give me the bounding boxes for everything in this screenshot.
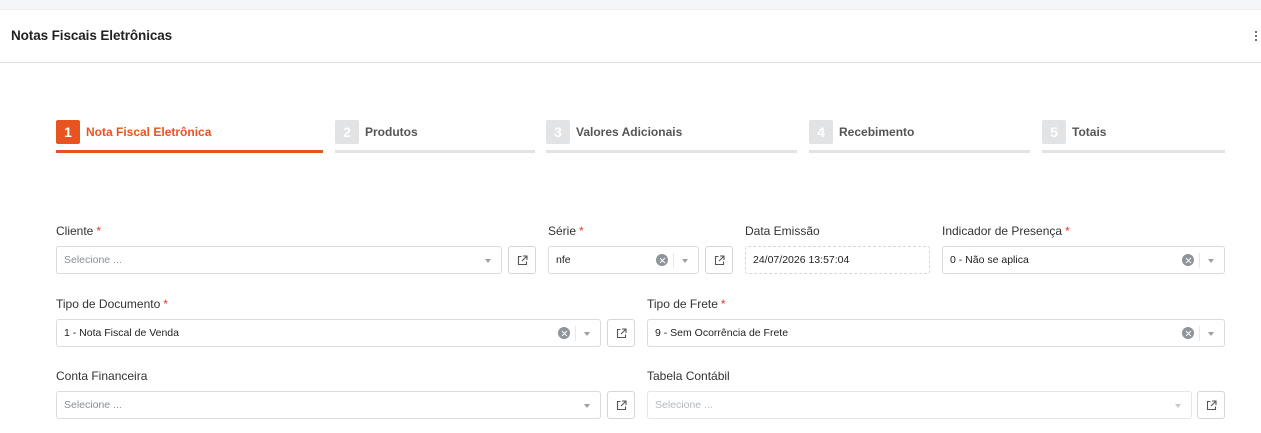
step-produtos[interactable]: 2 Produtos [335, 120, 535, 154]
conta-financeira-open-button[interactable] [607, 391, 635, 419]
page-header: Notas Fiscais Eletrônicas [0, 10, 1261, 63]
step-label: Recebimento [839, 125, 915, 139]
serie-label: Série * [548, 224, 584, 238]
external-link-icon [1206, 400, 1217, 411]
tipo-documento-label-text: Tipo de Documento [56, 297, 161, 311]
tipo-frete-label: Tipo de Frete * [647, 297, 726, 311]
cliente-label-text: Cliente [56, 224, 94, 238]
indicador-presenca-label-text: Indicador de Presença [942, 224, 1063, 238]
external-link-icon [517, 255, 528, 266]
step-recebimento[interactable]: 4 Recebimento [809, 120, 1030, 154]
divider [1199, 253, 1200, 268]
step-progress-bar [546, 150, 797, 153]
tabela-contabil-select[interactable]: Selecione ... [647, 391, 1192, 419]
step-label: Produtos [365, 125, 418, 139]
step-progress-bar [56, 150, 323, 153]
chevron-down-icon [584, 404, 590, 408]
clear-icon[interactable] [1182, 327, 1194, 339]
step-number: 1 [56, 120, 80, 144]
tabela-contabil-placeholder: Selecione ... [655, 399, 713, 411]
serie-open-button[interactable] [705, 246, 733, 274]
tipo-documento-label: Tipo de Documento * [56, 297, 168, 311]
tipo-documento-open-button[interactable] [607, 319, 635, 347]
tabela-contabil-label: Tabela Contábil [647, 369, 730, 383]
required-mark: * [96, 224, 102, 238]
cliente-label: Cliente * [56, 224, 101, 238]
step-label: Valores Adicionais [576, 125, 683, 139]
clear-icon[interactable] [656, 254, 668, 266]
tipo-documento-value: 1 - Nota Fiscal de Venda [64, 327, 179, 339]
external-link-icon [616, 328, 627, 339]
step-number: 3 [546, 120, 570, 144]
tipo-documento-select[interactable]: 1 - Nota Fiscal de Venda [56, 319, 601, 347]
external-link-icon [616, 400, 627, 411]
step-label: Totais [1072, 125, 1107, 139]
chevron-down-icon [1208, 332, 1214, 336]
required-mark: * [1065, 224, 1070, 238]
cliente-placeholder: Selecione ... [64, 254, 122, 266]
indicador-presenca-label: Indicador de Presença * [942, 224, 1070, 238]
required-mark: * [720, 297, 726, 311]
step-nota-fiscal[interactable]: 1 Nota Fiscal Eletrônica [56, 120, 323, 154]
conta-financeira-label: Conta Financeira [56, 369, 147, 383]
step-label: Nota Fiscal Eletrônica [86, 125, 212, 139]
step-progress-bar [809, 150, 1030, 153]
page-title: Notas Fiscais Eletrônicas [11, 28, 173, 43]
step-progress-bar [1042, 150, 1225, 153]
chevron-down-icon [584, 332, 590, 336]
divider [575, 326, 576, 341]
serie-value: nfe [556, 254, 571, 266]
chevron-down-icon [485, 259, 491, 263]
step-number: 2 [335, 120, 359, 144]
divider [1199, 326, 1200, 341]
indicador-presenca-value: 0 - Não se aplica [950, 254, 1029, 266]
external-link-icon [714, 255, 725, 266]
step-totais[interactable]: 5 Totais [1042, 120, 1225, 154]
data-emissao-field[interactable]: 24/07/2026 13:57:04 [745, 246, 930, 274]
top-strip [0, 0, 1261, 10]
chevron-down-icon [1175, 404, 1181, 408]
step-number: 4 [809, 120, 833, 144]
step-number: 5 [1042, 120, 1066, 144]
tipo-frete-select[interactable]: 9 - Sem Ocorrência de Frete [647, 319, 1225, 347]
conta-financeira-select[interactable]: Selecione ... [56, 391, 601, 419]
data-emissao-label: Data Emissão [745, 224, 820, 238]
chevron-down-icon [1208, 259, 1214, 263]
data-emissao-label-text: Data Emissão [745, 224, 820, 238]
conta-financeira-placeholder: Selecione ... [64, 399, 122, 411]
required-mark: * [579, 224, 584, 238]
chevron-down-icon [682, 259, 688, 263]
kebab-menu-icon[interactable] [1252, 29, 1260, 43]
tipo-frete-label-text: Tipo de Frete [647, 297, 718, 311]
step-progress-bar [335, 150, 535, 153]
serie-label-text: Série [548, 224, 577, 238]
indicador-presenca-select[interactable]: 0 - Não se aplica [942, 246, 1225, 274]
conta-financeira-label-text: Conta Financeira [56, 369, 148, 383]
divider [673, 253, 674, 268]
tipo-frete-value: 9 - Sem Ocorrência de Frete [655, 327, 789, 339]
clear-icon[interactable] [558, 327, 570, 339]
serie-select[interactable]: nfe [548, 246, 699, 274]
tabela-contabil-open-button[interactable] [1197, 391, 1225, 419]
cliente-select[interactable]: Selecione ... [56, 246, 502, 274]
required-mark: * [163, 297, 168, 311]
step-valores-adicionais[interactable]: 3 Valores Adicionais [546, 120, 797, 154]
cliente-open-button[interactable] [508, 246, 536, 274]
data-emissao-value: 24/07/2026 13:57:04 [753, 254, 850, 266]
clear-icon[interactable] [1182, 254, 1194, 266]
tabela-contabil-label-text: Tabela Contábil [647, 369, 730, 383]
